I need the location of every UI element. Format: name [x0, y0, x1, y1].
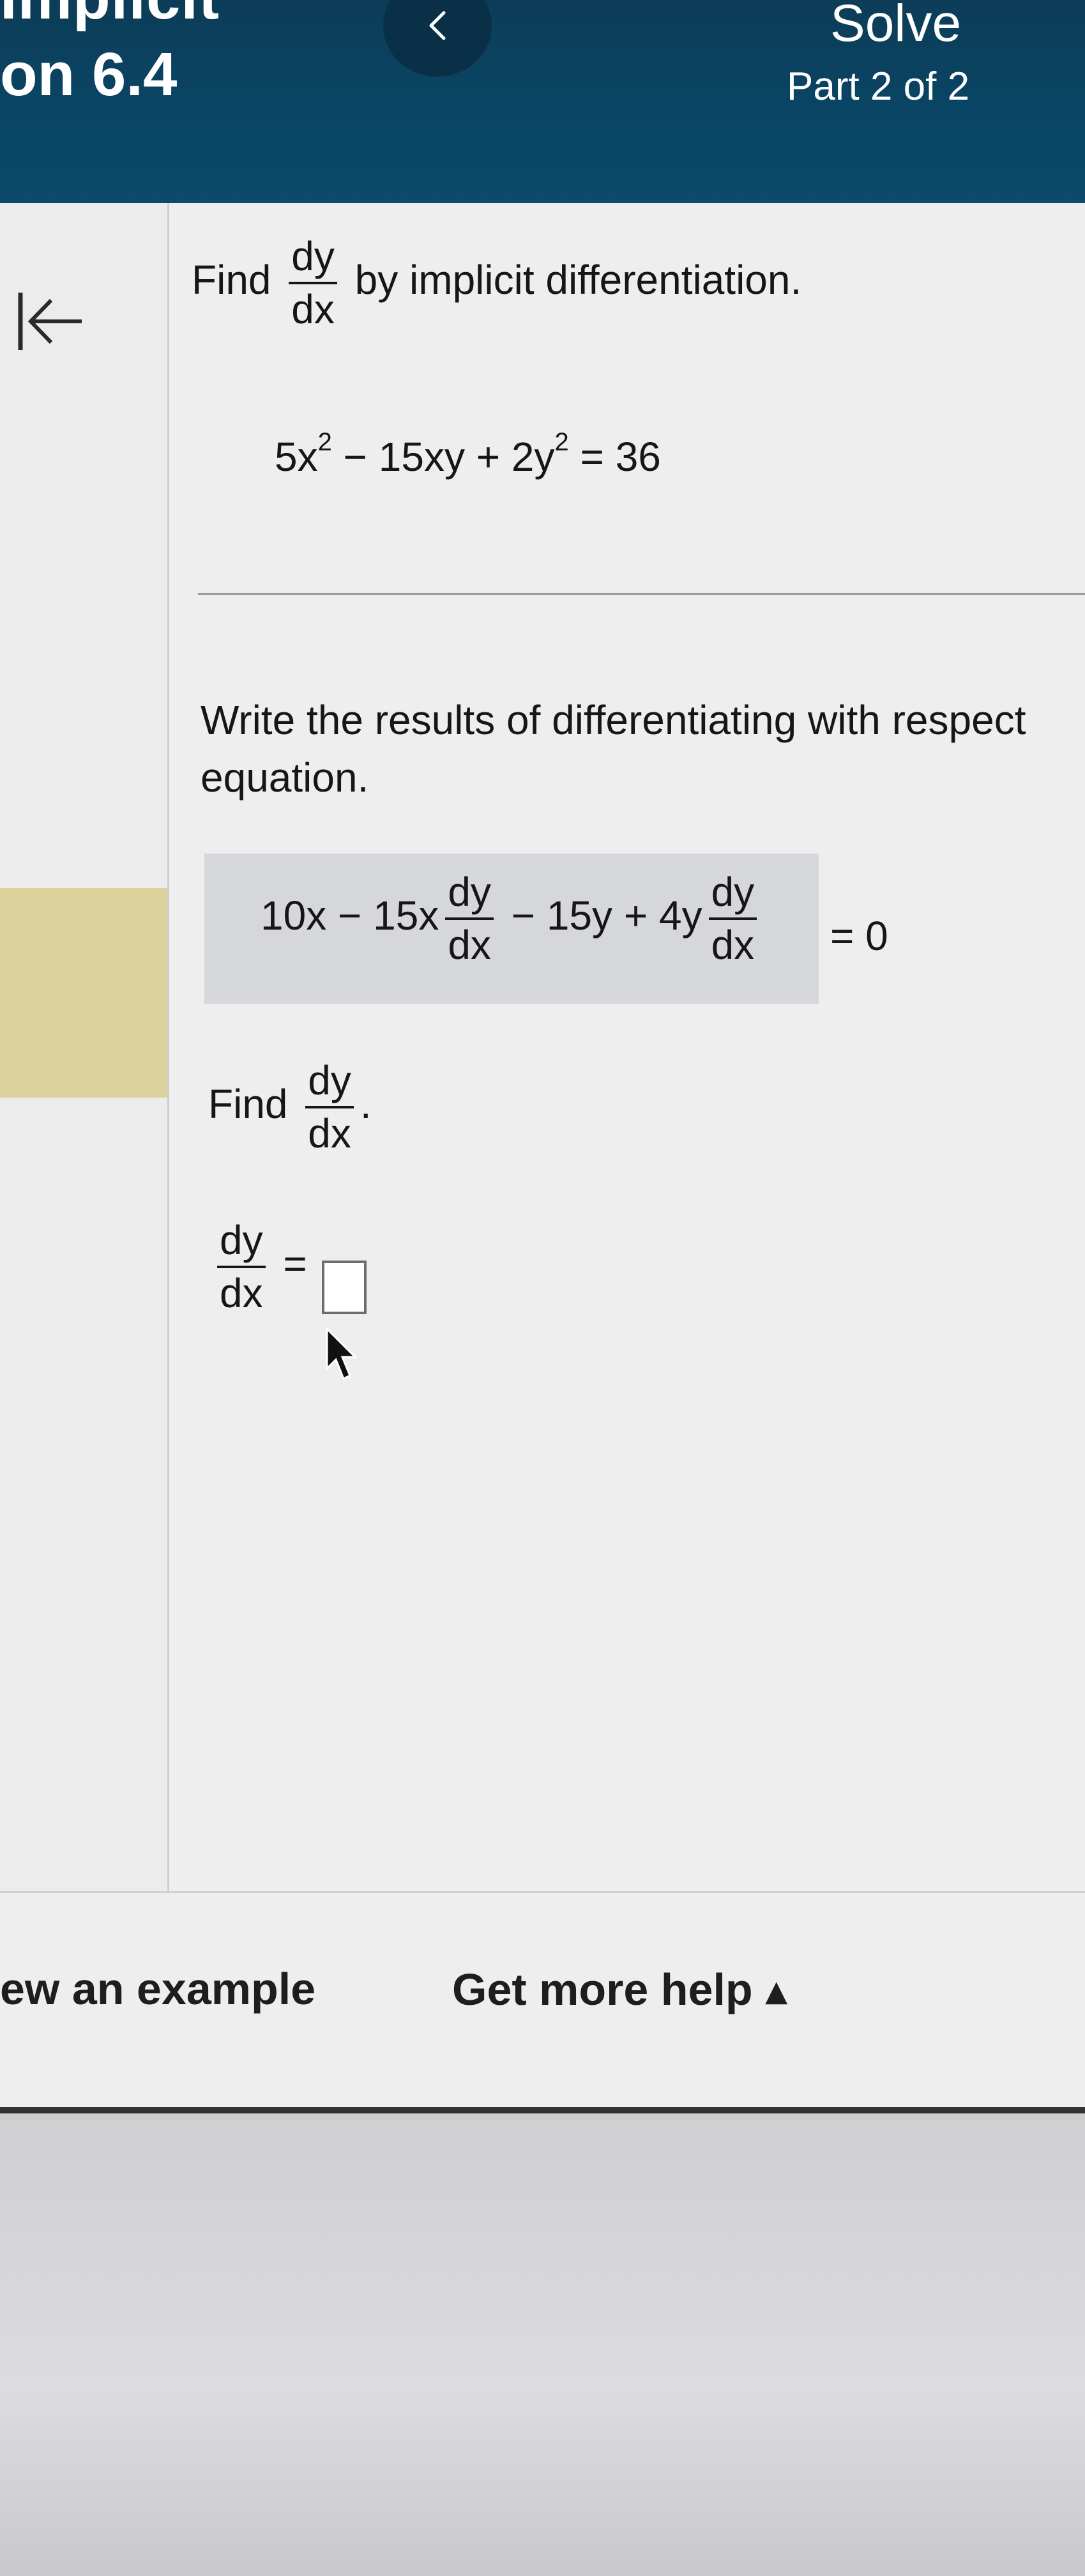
- dy-dx-fraction: dy dx: [445, 870, 494, 969]
- top-header: Implicit on 6.4 Solve Part 2 of 2: [0, 0, 1085, 203]
- dy-dx-fraction: dy dx: [289, 234, 337, 333]
- dy-dx-fraction: dy dx: [217, 1218, 266, 1317]
- period: .: [360, 1081, 372, 1128]
- answer-term-1: 10x − 15x: [261, 893, 439, 939]
- differentiated-equation: 10x − 15x dy dx − 15y + 4y dy dx: [261, 870, 763, 969]
- equation-term-1: 5x: [275, 434, 318, 480]
- answer-input-box[interactable]: [322, 1261, 367, 1314]
- find-derivative-prompt: Find dy dx .: [208, 1059, 372, 1155]
- question-prompt: Find dy dx by implicit differentiation.: [192, 234, 802, 333]
- mouse-pointer-icon: [326, 1326, 358, 1381]
- answer-term-2: − 15y + 4y: [499, 893, 702, 939]
- answer-equals-zero: = 0: [830, 913, 888, 959]
- step-instruction-line-2: equation.: [201, 755, 369, 801]
- fraction-denominator: dx: [448, 922, 491, 969]
- collapse-left-arrow-icon[interactable]: [11, 286, 88, 356]
- fraction-numerator: dy: [289, 234, 337, 285]
- dy-dx-fraction: dy dx: [305, 1059, 354, 1155]
- view-example-link[interactable]: ew an example: [0, 1963, 315, 2014]
- given-equation: 5x2 − 15xy + 2y2 = 36: [275, 428, 661, 480]
- fraction-numerator: dy: [217, 1218, 266, 1269]
- equation-exponent-2: 2: [554, 428, 569, 456]
- back-button[interactable]: [383, 0, 492, 77]
- question-content: Find dy dx by implicit differentiation. …: [192, 203, 1085, 1903]
- find-label: Find: [208, 1081, 288, 1128]
- fraction-denominator: dx: [291, 286, 335, 333]
- section-title-top: Implicit: [0, 0, 220, 33]
- question-suffix: by implicit differentiation.: [354, 257, 802, 303]
- fraction-denominator: dx: [711, 922, 755, 969]
- equation-term-2: − 15xy + 2y: [331, 434, 555, 480]
- section-title: on 6.4: [0, 40, 178, 109]
- step-instruction-line-1: Write the results of differentiating wit…: [201, 697, 1026, 743]
- part-indicator: Part 2 of 2: [787, 65, 970, 109]
- bezel-edge: [0, 2107, 1085, 2113]
- left-rail: [0, 203, 169, 1903]
- question-find-label: Find: [192, 257, 271, 303]
- equation-exponent-1: 2: [317, 428, 332, 456]
- chevron-left-icon: [429, 11, 446, 40]
- fraction-denominator: dx: [308, 1110, 351, 1157]
- question-panel: Find dy dx by implicit differentiation. …: [0, 203, 1085, 2107]
- dy-dx-fraction: dy dx: [708, 870, 757, 969]
- equals-sign: =: [283, 1241, 307, 1287]
- step-highlight-marker: [0, 888, 167, 1098]
- fraction-denominator: dx: [220, 1270, 263, 1317]
- fraction-numerator: dy: [708, 870, 757, 921]
- answer-row: dy dx =: [211, 1218, 307, 1317]
- fraction-numerator: dy: [445, 870, 494, 921]
- fraction-numerator: dy: [305, 1059, 354, 1109]
- section-divider: [198, 593, 1085, 595]
- equation-term-3: = 36: [568, 434, 661, 480]
- solve-label: Solve: [830, 0, 962, 52]
- footer-bar: ew an example Get more help ▴: [0, 1891, 1085, 2110]
- get-more-help-link[interactable]: Get more help ▴: [452, 1963, 787, 2016]
- screen-bottom-area: [0, 2113, 1085, 2576]
